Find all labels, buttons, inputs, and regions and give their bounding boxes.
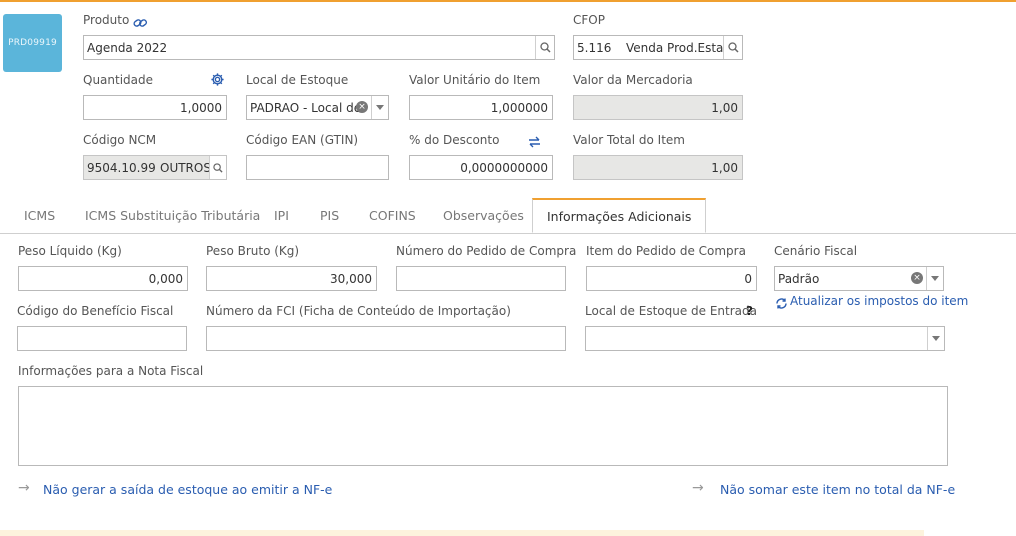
local-entrada-label: Local de Estoque de Entrada <box>585 304 757 318</box>
codigo-beneficio-label: Código do Benefício Fiscal <box>17 304 174 318</box>
valor-total-field: 1,00 <box>573 155 743 180</box>
peso-bruto-input[interactable]: 30,000 <box>206 266 377 291</box>
product-input[interactable]: Agenda 2022 <box>83 35 555 60</box>
search-icon[interactable] <box>209 156 226 179</box>
arrow-right-icon: → <box>692 480 704 496</box>
cfop-desc: Venda Prod.Estab <box>626 41 732 55</box>
cfop-label: CFOP <box>573 13 605 27</box>
info-nf-label: Informações para a Nota Fiscal <box>18 364 204 378</box>
numero-pedido-label: Número do Pedido de Compra <box>396 244 577 258</box>
cfop-input[interactable]: 5.116 Venda Prod.Estab <box>573 35 743 60</box>
codigo-ean-label: Código EAN (GTIN) <box>246 133 359 147</box>
numero-fci-label: Número da FCI (Ficha de Conteúdo de Impo… <box>206 304 511 318</box>
valor-unitario-input[interactable]: 1,000000 <box>409 95 553 120</box>
refresh-icon[interactable] <box>775 295 788 314</box>
cenario-fiscal-value: Padrão <box>778 272 820 286</box>
valor-mercadoria-label: Valor da Mercadoria <box>573 73 693 87</box>
product-thumb-code: PRD09919 <box>8 38 57 48</box>
local-estoque-select[interactable]: PADRAO - Local de × <box>246 95 389 120</box>
footer-bar <box>0 530 924 536</box>
tab-cofins[interactable]: COFINS <box>369 208 416 223</box>
peso-bruto-label: Peso Bruto (Kg) <box>206 244 300 258</box>
quantidade-label: Quantidade <box>83 73 154 87</box>
item-pedido-input[interactable]: 0 <box>586 266 757 291</box>
codigo-ean-input[interactable] <box>246 155 389 180</box>
desconto-input[interactable]: 0,0000000000 <box>409 155 553 180</box>
numero-pedido-input[interactable] <box>396 266 566 291</box>
nao-gerar-saida-link[interactable]: Não gerar a saída de estoque ao emitir a… <box>43 482 332 497</box>
tab-pis[interactable]: PIS <box>320 208 339 223</box>
nao-somar-total-link[interactable]: Não somar este item no total da NF-e <box>720 482 955 497</box>
codigo-ncm-code: 9504.10.99 <box>87 161 156 175</box>
cfop-code: 5.116 <box>577 41 612 55</box>
valor-unitario-value: 1,000000 <box>490 101 548 115</box>
cenario-fiscal-select[interactable]: Padrão × <box>774 266 944 291</box>
tab-bar: ICMS ICMS Substituição Tributária IPI PI… <box>0 198 1016 234</box>
peso-liquido-label: Peso Líquido (Kg) <box>18 244 122 258</box>
link-icon[interactable] <box>133 14 148 33</box>
chevron-down-icon[interactable] <box>926 267 943 290</box>
atualizar-impostos-link[interactable]: Atualizar os impostos do item <box>790 294 968 308</box>
cenario-fiscal-label: Cenário Fiscal <box>774 244 858 258</box>
search-icon[interactable] <box>535 36 554 59</box>
local-estoque-label: Local de Estoque <box>246 73 349 87</box>
quantidade-input[interactable]: 1,0000 <box>83 95 227 120</box>
help-icon[interactable]: ? <box>746 304 753 318</box>
codigo-ncm-field[interactable]: 9504.10.99 OUTROS <box>83 155 227 180</box>
peso-liquido-value: 0,000 <box>148 272 183 286</box>
item-pedido-value: 0 <box>744 272 752 286</box>
quantidade-value: 1,0000 <box>180 101 222 115</box>
desconto-label: % do Desconto <box>409 133 500 147</box>
local-estoque-value: PADRAO - Local de <box>250 101 362 115</box>
codigo-ncm-desc: OUTROS <box>160 161 211 175</box>
tab-ipi[interactable]: IPI <box>274 208 289 223</box>
product-thumbnail: PRD09919 <box>3 14 62 72</box>
desconto-value: 0,0000000000 <box>460 161 548 175</box>
clear-icon[interactable]: × <box>911 272 923 284</box>
top-accent-line <box>0 0 1016 2</box>
tab-informacoes-adicionais[interactable]: Informações Adicionais <box>532 198 707 233</box>
peso-bruto-value: 30,000 <box>330 272 372 286</box>
valor-total-label: Valor Total do Item <box>573 133 685 147</box>
chevron-down-icon[interactable] <box>371 96 388 119</box>
search-icon[interactable] <box>723 36 742 59</box>
item-pedido-label: Item do Pedido de Compra <box>586 244 746 258</box>
numero-fci-input[interactable] <box>206 326 566 351</box>
gear-icon[interactable] <box>210 72 225 91</box>
valor-total-value: 1,00 <box>711 161 738 175</box>
product-value: Agenda 2022 <box>87 41 168 55</box>
tab-icms-st[interactable]: ICMS Substituição Tributária <box>85 208 260 223</box>
valor-unitario-label: Valor Unitário do Item <box>409 73 541 87</box>
chevron-down-icon[interactable] <box>927 327 944 350</box>
tab-observacoes[interactable]: Observações <box>443 208 524 223</box>
codigo-beneficio-input[interactable] <box>17 326 187 351</box>
valor-mercadoria-value: 1,00 <box>711 101 738 115</box>
local-entrada-select[interactable] <box>585 326 945 351</box>
peso-liquido-input[interactable]: 0,000 <box>18 266 188 291</box>
info-nf-textarea[interactable] <box>18 386 948 466</box>
product-label: Produto <box>83 13 130 27</box>
valor-mercadoria-field: 1,00 <box>573 95 743 120</box>
codigo-ncm-label: Código NCM <box>83 133 157 147</box>
tab-icms[interactable]: ICMS <box>24 208 55 223</box>
swap-icon[interactable] <box>528 133 541 152</box>
clear-icon[interactable]: × <box>356 101 368 113</box>
arrow-right-icon: → <box>18 480 30 496</box>
